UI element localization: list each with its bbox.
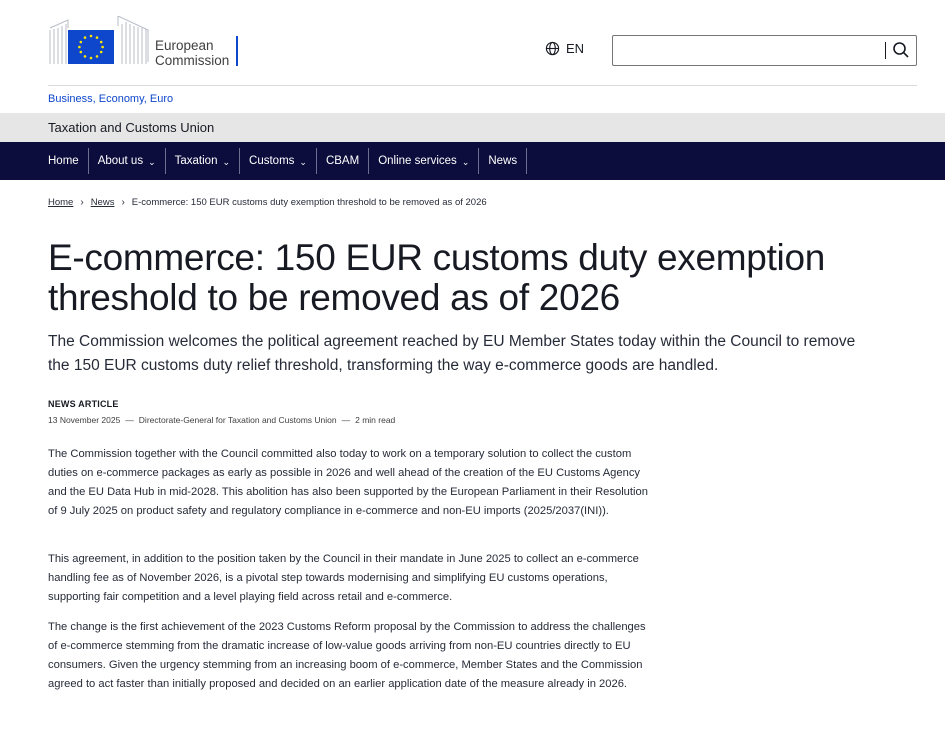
page-lead: The Commission welcomes the political ag… bbox=[48, 333, 856, 374]
header-divider bbox=[48, 85, 917, 86]
breadcrumb: Home › News › E-commerce: 150 EUR custom… bbox=[48, 197, 487, 208]
nav-item-home[interactable]: Home bbox=[48, 142, 88, 180]
main-navigation: Home About us ⌄ Taxation ⌄ Customs ⌄ CBAM O… bbox=[0, 142, 945, 180]
language-code: EN bbox=[566, 41, 585, 56]
article-paragraph: The Commission together with the Council… bbox=[48, 448, 648, 517]
breadcrumb-home-link[interactable]: Home bbox=[48, 197, 73, 208]
eu-flag-logo-icon bbox=[49, 16, 149, 64]
article-paragraph: This agreement, in addition to the posit… bbox=[48, 553, 639, 603]
chevron-down-icon: ⌄ bbox=[222, 156, 231, 167]
nav-separator bbox=[526, 148, 528, 174]
search-divider bbox=[885, 42, 886, 59]
article-date: 13 November 2025 bbox=[48, 415, 121, 425]
page-title: E-commerce: 150 EUR customs duty exempti… bbox=[48, 237, 826, 318]
chevron-right-icon: › bbox=[121, 197, 125, 208]
logo-line-2: Commission bbox=[155, 53, 230, 68]
article-meta: 13 November 2025 — Directorate-General f… bbox=[48, 415, 395, 425]
chevron-down-icon: ⌄ bbox=[148, 156, 156, 167]
language-selector[interactable]: EN bbox=[545, 41, 584, 56]
nav-list: Home About us ⌄ Taxation ⌄ Customs ⌄ CBAM O… bbox=[48, 142, 528, 180]
article-paragraph: The change is the first achievement of t… bbox=[48, 621, 646, 690]
european-commission-logo[interactable]: European Commission bbox=[48, 16, 244, 68]
breadcrumb-news-link[interactable]: News bbox=[91, 197, 115, 208]
logo-accent-bar bbox=[236, 36, 238, 66]
nav-item-cbam[interactable]: CBAM bbox=[317, 142, 368, 180]
chevron-right-icon: › bbox=[80, 197, 84, 208]
search-input[interactable] bbox=[612, 35, 917, 66]
search-icon bbox=[893, 42, 909, 58]
nav-item-taxation[interactable]: Taxation ⌄ bbox=[166, 142, 239, 180]
meta-separator: — bbox=[341, 415, 351, 425]
site-name[interactable]: Taxation and Customs Union bbox=[48, 120, 214, 135]
nav-item-news[interactable]: News bbox=[479, 142, 526, 180]
site-header: European Commission EN bbox=[0, 0, 945, 86]
chevron-down-icon: ⌄ bbox=[299, 156, 307, 167]
nav-item-about-us[interactable]: About us ⌄ bbox=[89, 142, 165, 180]
article-author: Directorate-General for Taxation and Cus… bbox=[138, 415, 337, 425]
chevron-down-icon: ⌄ bbox=[461, 156, 470, 167]
meta-separator: — bbox=[125, 415, 134, 425]
search-button[interactable] bbox=[892, 41, 910, 59]
nav-item-online-services[interactable]: Online services ⌄ bbox=[369, 142, 478, 180]
breadcrumb-current: E-commerce: 150 EUR customs duty exempti… bbox=[131, 197, 487, 208]
content-type-label: NEWS ARTICLE bbox=[48, 399, 119, 409]
nav-item-customs[interactable]: Customs ⌄ bbox=[240, 142, 316, 180]
article-read-time: 2 min read bbox=[355, 415, 396, 425]
site-name-bar: Taxation and Customs Union bbox=[0, 113, 945, 142]
globe-icon bbox=[545, 41, 560, 56]
logo-line-1: European bbox=[155, 38, 214, 53]
logo-text: European Commission bbox=[155, 38, 229, 68]
top-site-breadcrumb[interactable]: Business, Economy, Euro bbox=[48, 93, 173, 105]
